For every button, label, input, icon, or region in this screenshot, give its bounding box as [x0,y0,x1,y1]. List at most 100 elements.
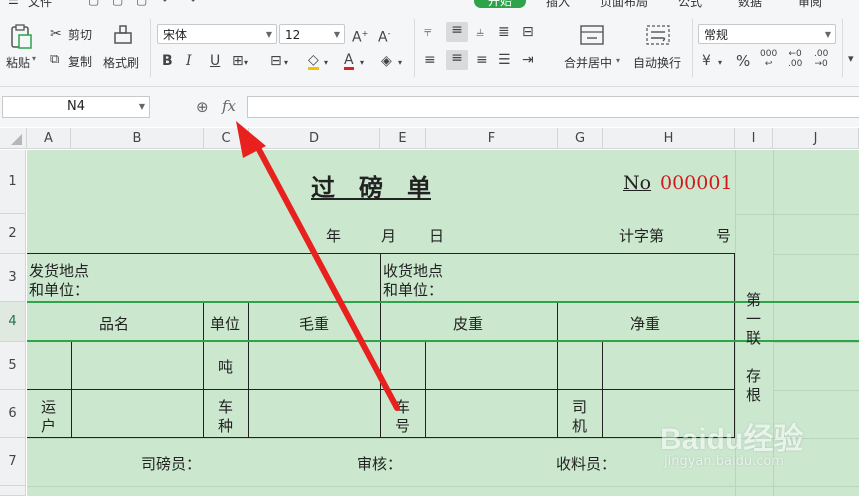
wrap-text-label[interactable]: 自动换行 [633,54,681,71]
date-day: 日 [429,227,445,245]
increase-font-icon[interactable]: A+ [352,26,368,46]
col-header-e[interactable]: E [380,128,426,149]
format-painter-label[interactable]: 格式刷 [103,54,139,71]
form-border [557,301,558,438]
fill-color-icon[interactable]: ◇ [308,52,319,70]
chevron-down-icon[interactable]: ▾ [398,55,402,71]
font-size-select[interactable]: 12 ▼ [279,24,345,44]
form-border [71,341,72,438]
copy-icon[interactable]: ⧉ [50,52,59,68]
italic-icon[interactable]: I [186,53,192,69]
copy-button[interactable]: 复制 [68,53,92,70]
font-color-icon[interactable]: A [344,52,354,70]
copy-note-char: 存 [746,367,762,385]
row-header-7[interactable]: 7 [0,438,26,486]
thousands-icon[interactable]: 000 ↩ [760,49,777,69]
form-number: 000001 [660,172,733,194]
chevron-down-icon[interactable]: ▾ [616,56,620,65]
fx-button[interactable]: fx [222,97,236,115]
col-header-i[interactable]: I [735,128,773,149]
formula-input[interactable] [247,96,859,118]
col-header-b[interactable]: B [71,128,204,149]
paste-label[interactable]: 粘贴 [6,54,30,71]
align-left-icon[interactable]: ≡ [424,52,436,68]
menu-icon[interactable]: ☰ [8,0,19,7]
tab-home[interactable]: 开始 [474,0,527,8]
ship-to-label-2: 和单位： [383,281,444,299]
cell-style-icon[interactable]: ⊟ [270,53,282,69]
merge-center-label[interactable]: 合并居中 [564,54,612,71]
align-top-icon[interactable]: ⫧ [424,24,432,40]
tab-review[interactable]: 审阅 [798,0,822,10]
watermark-brand: Baidu经验 [660,423,804,456]
tab-file[interactable]: 文件 [28,0,52,10]
col-header-d[interactable]: D [249,128,380,149]
copy-note-char: 第 [746,291,762,309]
indent-icon[interactable]: ⇥ [522,52,534,68]
align-middle-icon[interactable]: ≡ [446,22,468,42]
zoom-search-icon[interactable]: ⊕ [196,98,209,116]
chevron-down-icon[interactable]: ▾ [324,55,328,71]
bold-icon[interactable]: B [162,53,173,69]
paste-button[interactable] [6,23,34,51]
copy-note-char: 一 [746,310,762,328]
form-border [203,301,204,438]
merge-center-button[interactable] [578,23,606,49]
decrease-decimal-icon[interactable]: .00 →0 [814,49,828,69]
number-format-select[interactable]: 常规 ▼ [698,24,836,44]
copy-note-char: 联 [746,329,762,347]
row-header-1[interactable]: 1 [0,150,26,214]
row-header-3[interactable]: 3 [0,254,26,302]
col-header-f[interactable]: F [426,128,558,149]
font-name-select[interactable]: 宋体 ▼ [157,24,277,44]
chevron-down-icon[interactable]: ▾ [360,55,364,71]
align-center-icon[interactable]: ≡ [446,50,468,70]
tab-formulas[interactable]: 公式 [678,0,702,10]
distribute-icon[interactable]: ⊟ [522,24,534,40]
row-header-6[interactable]: 6 [0,390,26,438]
chevron-down-icon[interactable]: ▾ [284,55,288,71]
currency-icon[interactable]: ¥ [702,53,711,69]
col-header-h[interactable]: H [603,128,735,149]
col-header-g[interactable]: G [558,128,603,149]
tab-data[interactable]: 数据 [738,0,762,10]
format-painter-button[interactable] [110,23,136,49]
more-icon[interactable]: ▾ [848,51,854,67]
ribbon-toolbar: 粘贴 ▾ ✂ 剪切 ⧉ 复制 格式刷 宋体 ▼ 12 ▼ A+ A- B I U ⊞… [0,11,859,87]
print-icon[interactable]: ▢ [112,0,123,7]
border-icon[interactable]: ⊞ [232,53,244,69]
col-header-c[interactable]: C [204,128,249,149]
preview-icon[interactable]: ▢ [136,0,147,7]
row-header-2[interactable]: 2 [0,214,26,254]
redo-icon[interactable]: ↷ [186,0,196,7]
form-border [27,341,735,342]
row-header-5[interactable]: 5 [0,342,26,390]
underline-icon[interactable]: U [210,53,220,69]
undo-icon[interactable]: ↶ [162,0,172,7]
save-icon[interactable]: ▢ [88,0,99,7]
tab-page-layout[interactable]: 页面布局 [600,0,648,10]
align-right-icon[interactable]: ≡ [476,52,488,68]
percent-button[interactable]: % [736,53,750,69]
align-bottom-icon[interactable]: ⫨ [476,24,484,40]
col-header-j[interactable]: J [773,128,859,149]
decrease-font-icon[interactable]: A- [378,26,390,46]
chevron-down-icon[interactable]: ▾ [244,55,248,71]
increase-decimal-icon[interactable]: ←0.00 [788,49,802,69]
tab-insert[interactable]: 插入 [546,0,570,10]
orientation-icon[interactable]: ≣ [498,24,510,40]
name-box[interactable]: N4 ▼ [2,96,150,118]
cut-button[interactable]: 剪切 [68,26,92,43]
eraser-icon[interactable]: ◈ [381,53,392,69]
row-header-4[interactable]: 4 [0,302,26,342]
scissors-icon[interactable]: ✂ [50,26,62,42]
col-header-a[interactable]: A [27,128,71,149]
select-all-corner[interactable] [0,128,27,149]
wrap-text-button[interactable] [644,23,672,49]
separator [414,19,415,77]
row-header-8[interactable] [0,486,26,496]
paste-dropdown-icon[interactable]: ▾ [32,54,36,63]
chevron-down-icon[interactable]: ▾ [718,55,722,71]
justify-icon[interactable]: ☰ [498,52,511,68]
separator [692,19,693,77]
